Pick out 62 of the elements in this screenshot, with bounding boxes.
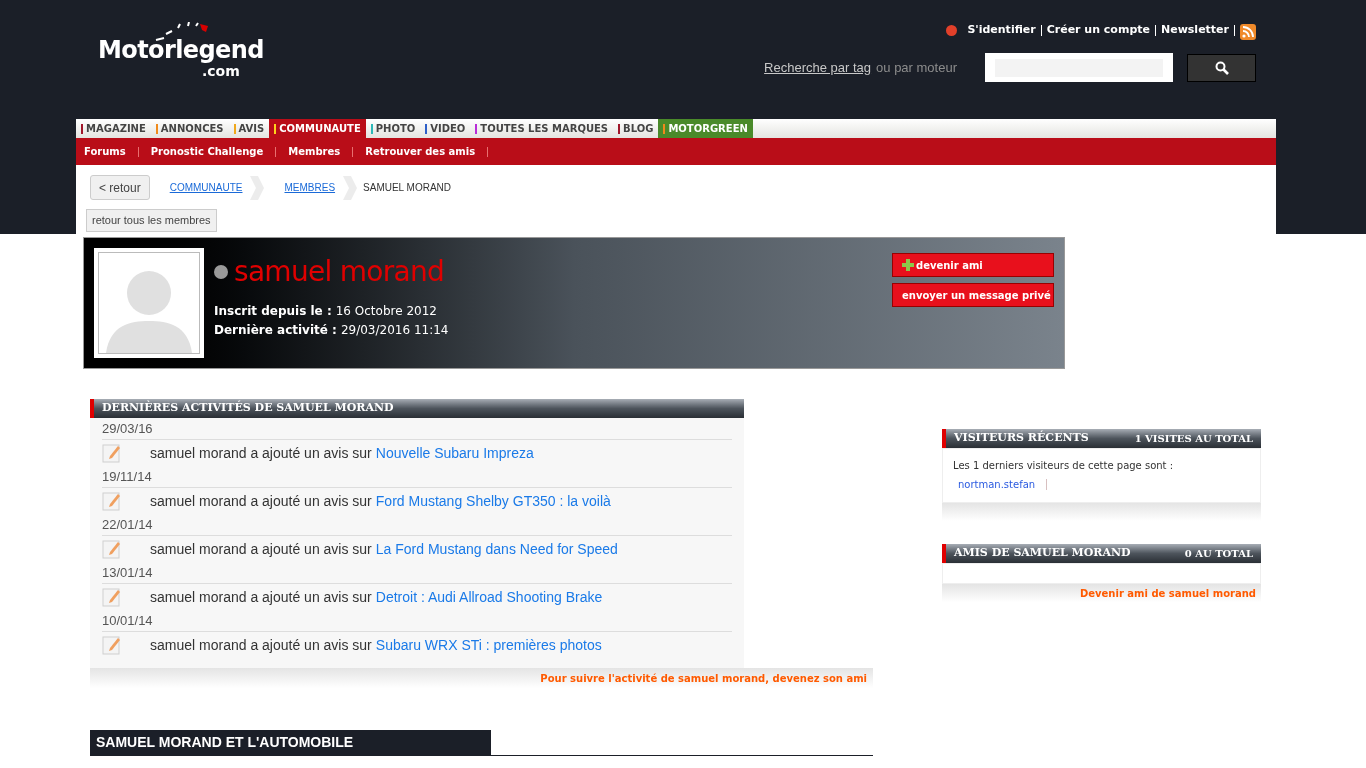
field-label: Dernière activité : [214,322,337,339]
subnav-link[interactable]: Forums [84,144,126,159]
member-name: samuel morand [234,258,445,286]
activity-text: samuel morand a ajouté un avis sur [150,635,372,655]
nav-tab[interactable]: AVIS [238,121,270,136]
add-friend-button[interactable]: devenir ami [892,253,1054,277]
panel-count: 1 VISITES AU TOTAL [1134,432,1253,446]
activity-date: 19/11/14 [102,466,732,488]
header-link[interactable]: S'identifier [967,21,1036,39]
header-link[interactable]: Newsletter [1161,21,1229,39]
field-value: 16 Octobre 2012 [335,303,437,320]
activity-link[interactable]: La Ford Mustang dans Need for Speed [375,538,618,560]
nav-tab[interactable]: VIDEO [430,121,471,136]
nav-tab[interactable]: BLOG [623,121,659,136]
nav-tab[interactable]: ANNONCES [160,121,229,136]
back-button[interactable]: < retour [90,175,150,200]
note-pencil-icon [102,443,122,463]
subnav-link[interactable]: Retrouver des amis [365,144,476,159]
activity-text: samuel morand a ajouté un avis sur [150,491,372,511]
note-pencil-icon [102,587,122,607]
field-value: 29/03/2016 11:14 [340,322,449,339]
search-icon [1214,60,1229,75]
activity-link[interactable]: Detroit : Audi Allroad Shooting Brake [375,586,603,608]
note-pencil-icon [102,635,122,655]
visitors-intro: Les 1 derniers visiteurs de cette page sont : [953,459,1175,473]
activity-link[interactable]: Ford Mustang Shelby GT350 : la voilà [375,490,611,512]
breadcrumb-link[interactable]: MEMBRES [284,180,336,195]
activity-link[interactable]: Subaru WRX STi : premières photos [375,634,602,656]
all-members-button[interactable]: retour tous les membres [86,209,217,232]
header-link[interactable]: Créer un compte [1046,21,1150,39]
activity-date: 13/01/14 [102,562,732,584]
panel-count: 0 AU TOTAL [1184,547,1253,561]
search-button[interactable] [1187,53,1256,82]
note-pencil-icon [102,491,122,511]
plus-icon [902,259,914,271]
site-logo[interactable]: Motorlegend .com [98,22,264,82]
note-pencil-icon [102,539,122,559]
search-field[interactable] [985,53,1173,82]
activity-text: samuel morand a ajouté un avis sur [150,587,372,607]
subnav-link[interactable]: Membres [288,144,341,159]
breadcrumb-link[interactable]: COMMUNAUTE [169,180,243,195]
panel-title: DERNIÈRES ACTIVITÉS DE SAMUEL MORAND [102,400,394,417]
message-button[interactable]: envoyer un message privé [892,283,1054,307]
activity-date: 10/01/14 [102,610,732,632]
nav-tab[interactable]: PHOTO [375,121,421,136]
activity-text: samuel morand a ajouté un avis sur [150,539,372,559]
activity-date: 22/01/14 [102,514,732,536]
section-title: SAMUEL MORAND ET L'AUTOMOBILE [96,733,354,752]
field-label: Inscrit depuis le : [214,303,332,320]
activity-text: samuel morand a ajouté un avis sur [150,443,372,463]
search-by-tag-link[interactable]: Recherche par tag [764,57,872,78]
breadcrumb-current: SAMUEL MORAND [363,181,452,195]
visitor-link[interactable]: nortman.stefan [958,477,1036,492]
search-hint-text: ou par moteur [876,58,957,77]
panel-title: AMIS DE SAMUEL MORAND [954,545,1131,562]
panel-title: VISITEURS RÉCENTS [954,430,1089,447]
subnav-link[interactable]: Pronostic Challenge [150,144,264,159]
nav-tab[interactable]: MAGAZINE [86,121,151,136]
activity-date: 29/03/16 [102,418,732,440]
activity-link[interactable]: Nouvelle Subaru Impreza [375,442,534,464]
rss-icon[interactable] [1240,24,1256,40]
nav-tab[interactable]: TOUTES LES MARQUES [480,121,614,136]
